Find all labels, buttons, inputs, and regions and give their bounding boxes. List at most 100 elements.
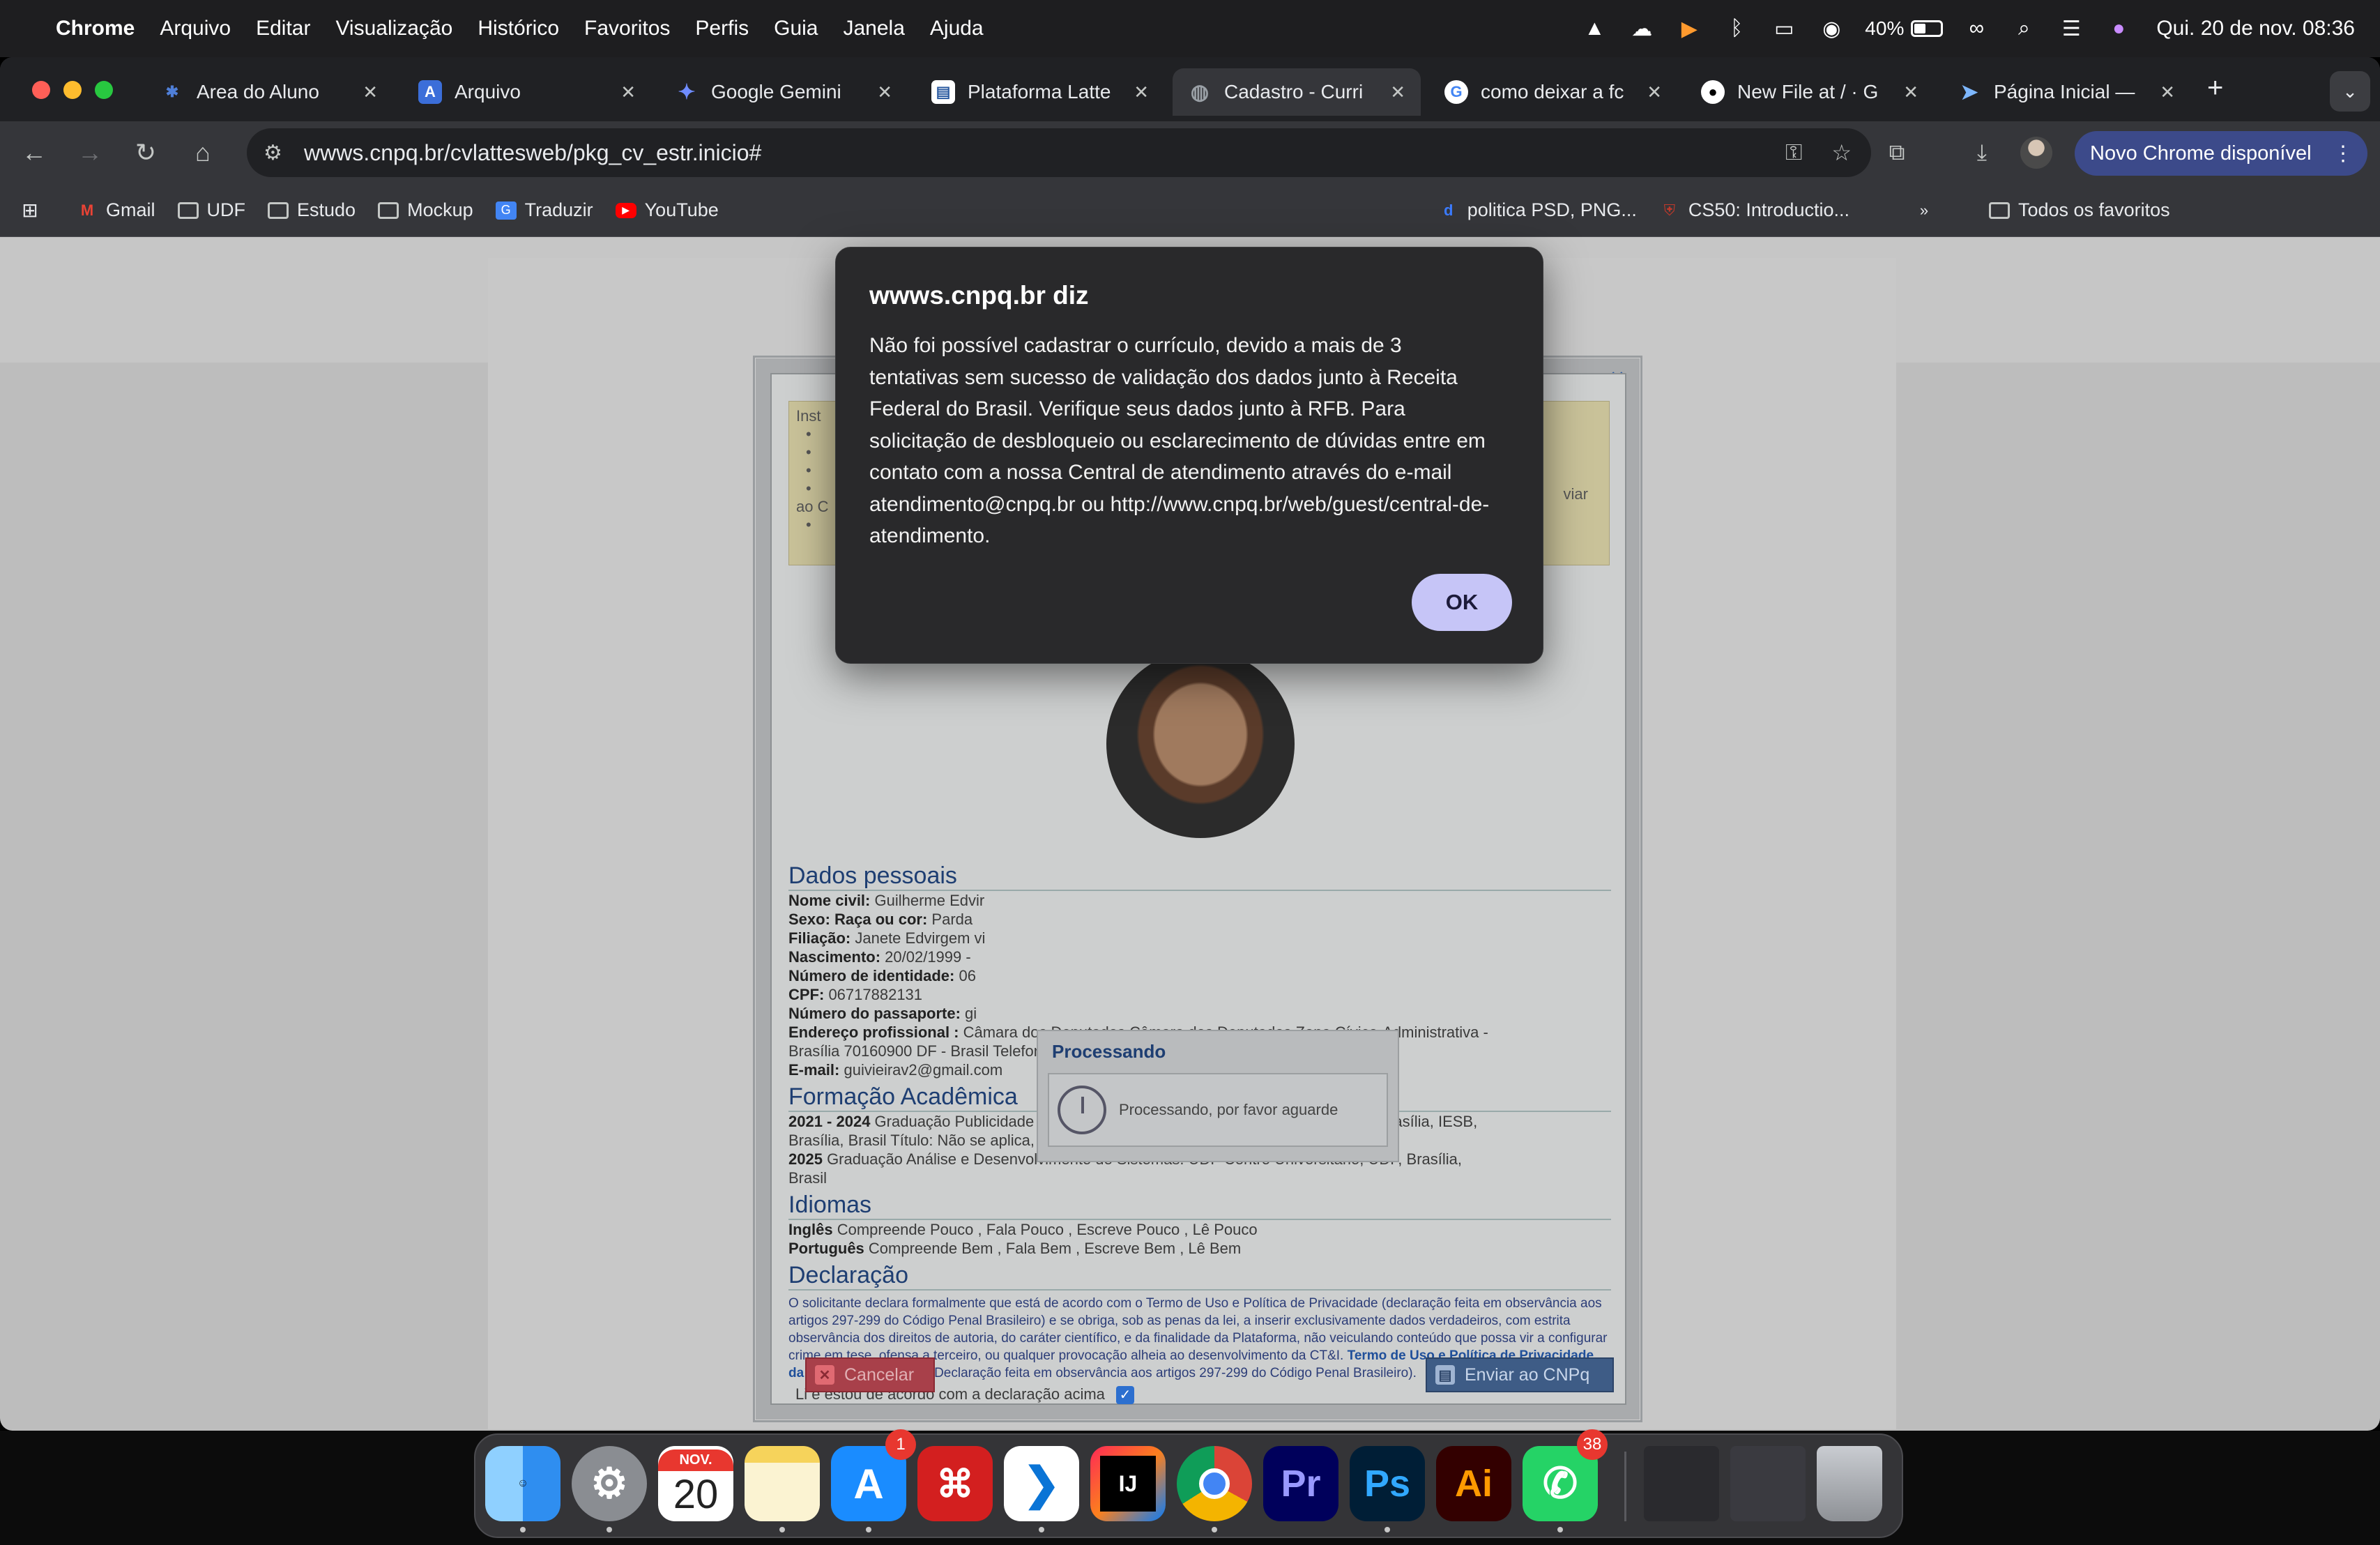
cancel-button[interactable]: ✕ Cancelar: [805, 1357, 935, 1392]
tab-close-icon[interactable]: ✕: [1647, 82, 1662, 103]
vscode-icon[interactable]: ❯: [1004, 1446, 1079, 1521]
battery-status[interactable]: 40%: [1865, 17, 1944, 40]
tab-arquivo[interactable]: A Arquivo ✕: [403, 68, 651, 116]
tab-close-icon[interactable]: ✕: [363, 82, 378, 103]
menu-editar[interactable]: Editar: [256, 17, 310, 40]
siri-icon[interactable]: ●: [2105, 16, 2133, 41]
gmail-icon: M: [80, 201, 94, 219]
more-bookmarks-icon[interactable]: »: [1914, 201, 1943, 220]
minimized-window-thumbnail[interactable]: [1644, 1446, 1719, 1521]
control-center-icon[interactable]: ☰: [2057, 16, 2085, 41]
tab-plataforma-lattes[interactable]: ▤ Plataforma Latte ✕: [916, 68, 1164, 116]
processing-title: Processando: [1052, 1041, 1166, 1062]
tab-favicon-icon: A: [418, 80, 442, 104]
site-settings-icon[interactable]: ⚙: [264, 141, 294, 165]
tab-google-gemini[interactable]: ✦ Google Gemini ✕: [659, 68, 908, 116]
bookmark-gmail[interactable]: M Gmail: [77, 199, 155, 221]
status-warning-icon[interactable]: ▲: [1580, 16, 1608, 41]
tab-cadastro-curriculo[interactable]: ◍ Cadastro - Curri ✕: [1173, 68, 1421, 116]
acrobat-icon[interactable]: ⌘: [917, 1446, 993, 1521]
forward-arrow-icon[interactable]: →: [71, 134, 109, 172]
send-to-cnpq-button[interactable]: ▤ Enviar ao CNPq: [1426, 1357, 1614, 1392]
menu-guia[interactable]: Guia: [774, 17, 818, 40]
download-icon[interactable]: ⤓: [1965, 135, 1999, 170]
link-icon[interactable]: ∞: [1962, 16, 1990, 41]
menubar-datetime[interactable]: Qui. 20 de nov. 08:36: [2156, 17, 2355, 40]
tab-close-icon[interactable]: ✕: [620, 82, 636, 103]
tab-title: Area do Aluno: [197, 81, 319, 102]
dock-separator: [1624, 1452, 1626, 1521]
profile-avatar[interactable]: [2020, 137, 2052, 169]
password-key-icon[interactable]: ⚿: [1785, 139, 1802, 166]
minimize-window-button[interactable]: [63, 81, 82, 99]
menu-historico[interactable]: Histórico: [478, 17, 559, 40]
notes-icon[interactable]: [745, 1446, 820, 1521]
status-cloud-icon[interactable]: ☁: [1628, 16, 1656, 41]
tab-google-search[interactable]: G como deixar a fc ✕: [1429, 68, 1677, 116]
bookmark-estudo[interactable]: Estudo: [268, 199, 356, 221]
tab-close-icon[interactable]: ✕: [1903, 82, 1919, 103]
tab-close-icon[interactable]: ✕: [1390, 82, 1405, 103]
all-bookmarks[interactable]: Todos os favoritos: [1988, 199, 2170, 221]
bookmark-politica-psd[interactable]: d politica PSD, PNG...: [1438, 199, 1637, 221]
home-icon[interactable]: ⌂: [184, 134, 222, 172]
status-media-icon[interactable]: ◉: [1817, 16, 1845, 41]
section-idiomas: Idiomas: [788, 1192, 1611, 1220]
spotlight-search-icon[interactable]: ⌕: [2010, 16, 2038, 41]
update-label: Novo Chrome disponível: [2090, 142, 2312, 165]
menu-janela[interactable]: Janela: [843, 17, 904, 40]
status-play-icon[interactable]: ▶: [1675, 16, 1703, 41]
apps-grid-icon[interactable]: ⊞: [20, 199, 49, 221]
github-icon: ●: [1701, 80, 1725, 104]
gemini-icon: ✦: [678, 80, 696, 104]
tab-close-icon[interactable]: ✕: [877, 82, 892, 103]
zoom-window-button[interactable]: [95, 81, 113, 99]
menu-perfis[interactable]: Perfis: [695, 17, 749, 40]
tab-close-icon[interactable]: ✕: [2160, 82, 2175, 103]
address-bar[interactable]: ⚙ wwws.cnpq.br/cvlattesweb/pkg_cv_estr.i…: [247, 128, 1871, 177]
harvard-shield-icon: ⛨: [1663, 201, 1676, 219]
chrome-update-button[interactable]: Novo Chrome disponível ⋮: [2075, 131, 2367, 176]
illustrator-icon[interactable]: Ai: [1436, 1446, 1511, 1521]
extensions-icon[interactable]: ⧉: [1879, 135, 1914, 170]
tab-pagina-inicial[interactable]: ➤ Página Inicial — ✕: [1942, 68, 2190, 116]
premiere-icon[interactable]: Pr: [1263, 1446, 1338, 1521]
calendar-icon[interactable]: NOV. 20: [658, 1446, 733, 1521]
photoshop-icon[interactable]: Ps: [1350, 1446, 1425, 1521]
dados-row: Número do passaporte: gi: [788, 1005, 977, 1022]
bookmark-star-icon[interactable]: ☆: [1831, 139, 1852, 166]
trash-icon[interactable]: [1817, 1446, 1882, 1521]
tab-github[interactable]: ● New File at / · G ✕: [1686, 68, 1934, 116]
translate-icon: G: [495, 201, 517, 220]
agree-checkbox[interactable]: ✓: [1116, 1386, 1135, 1405]
reload-icon[interactable]: ↻: [127, 134, 165, 172]
bookmark-mockup[interactable]: Mockup: [378, 199, 473, 221]
more-menu-icon[interactable]: ⋮: [2333, 142, 2354, 166]
bookmark-udf[interactable]: UDF: [177, 199, 245, 221]
bluetooth-icon[interactable]: ᛒ: [1723, 16, 1750, 41]
tab-area-do-aluno[interactable]: ✱ Area do Aluno ✕: [145, 68, 393, 116]
status-screen-icon[interactable]: ▭: [1770, 16, 1798, 41]
menu-arquivo[interactable]: Arquivo: [160, 17, 231, 40]
alert-title: wwws.cnpq.br diz: [869, 281, 1089, 310]
chrome-dock-icon[interactable]: [1177, 1446, 1252, 1521]
menu-favoritos[interactable]: Favoritos: [584, 17, 670, 40]
finder-icon[interactable]: ☺: [485, 1446, 560, 1521]
alert-ok-button[interactable]: OK: [1412, 574, 1512, 631]
menu-app-name[interactable]: Chrome: [56, 17, 135, 40]
tab-close-icon[interactable]: ✕: [1134, 82, 1149, 103]
bookmark-youtube[interactable]: ▶ YouTube: [615, 199, 719, 221]
intellij-icon[interactable]: IJ: [1090, 1446, 1166, 1521]
new-tab-button[interactable]: +: [2207, 73, 2223, 104]
bookmark-cs50[interactable]: ⛨ CS50: Introductio...: [1659, 199, 1849, 221]
dados-row: CPF: 06717882131: [788, 986, 923, 1003]
menu-ajuda[interactable]: Ajuda: [930, 17, 984, 40]
close-window-button[interactable]: [32, 81, 50, 99]
bookmark-traduzir[interactable]: G Traduzir: [495, 199, 593, 221]
url-text[interactable]: wwws.cnpq.br/cvlattesweb/pkg_cv_estr.ini…: [304, 140, 761, 166]
back-arrow-icon[interactable]: ←: [15, 134, 53, 172]
menu-visualizacao[interactable]: Visualização: [335, 17, 452, 40]
system-settings-icon[interactable]: ⚙: [572, 1446, 647, 1521]
tab-search-chevron-icon[interactable]: ⌄: [2330, 71, 2370, 112]
minimized-window-thumbnail[interactable]: [1730, 1446, 1806, 1521]
